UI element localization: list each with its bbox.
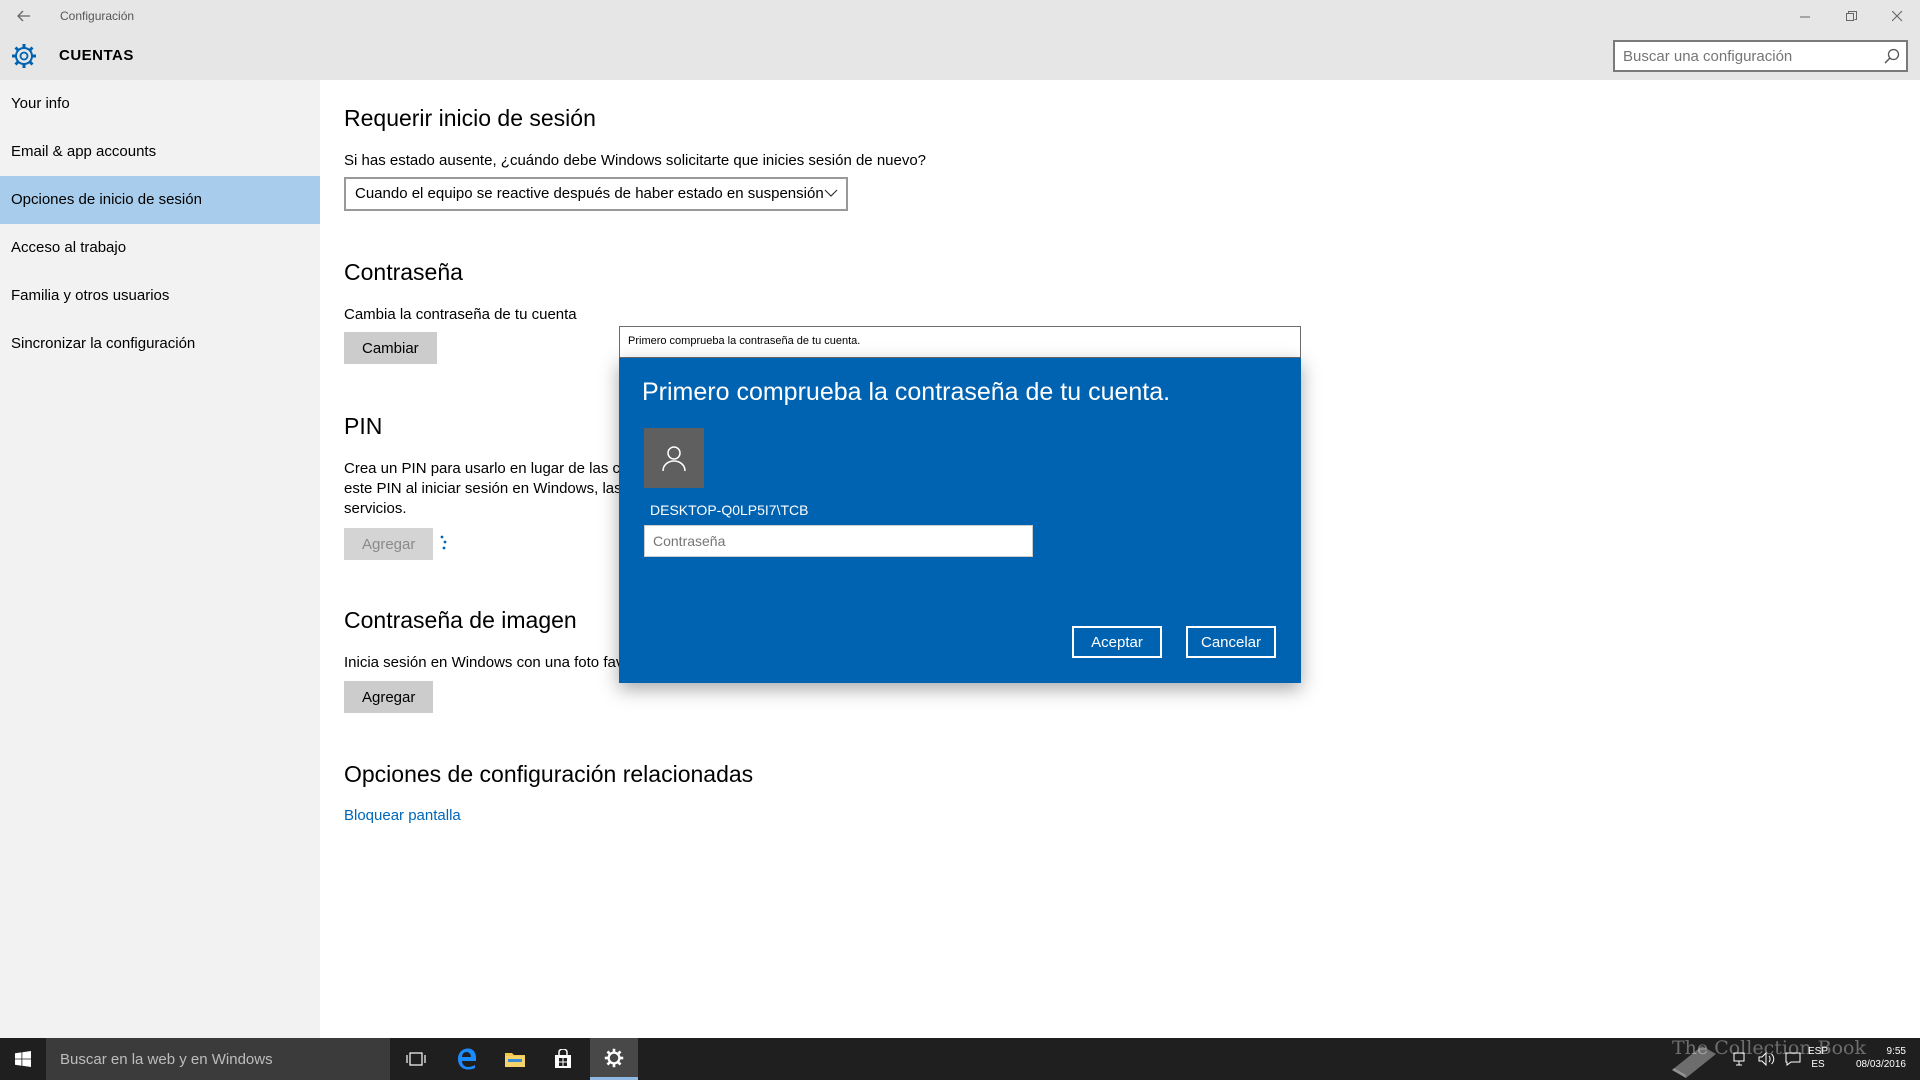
close-icon <box>1891 10 1902 21</box>
store-bag-icon <box>555 1049 571 1068</box>
dialog-window-title: Primero comprueba la contraseña de tu cu… <box>628 335 861 347</box>
restore-icon <box>1845 10 1857 21</box>
sidebar-item-work-access[interactable]: Acceso al trabajo <box>0 224 320 272</box>
settings-gear-icon <box>604 1048 624 1067</box>
title-bar: Configuración <box>0 0 1920 32</box>
pin-heading: PIN <box>344 413 383 439</box>
picture-password-heading: Contraseña de imagen <box>344 607 577 633</box>
dialog-title-bar: Primero comprueba la contraseña de tu cu… <box>619 326 1301 358</box>
sidebar-item-your-info[interactable]: Your info <box>0 80 320 128</box>
lock-screen-link[interactable]: Bloquear pantalla <box>344 807 461 824</box>
search-icon[interactable] <box>1884 48 1900 64</box>
user-icon <box>662 446 686 472</box>
sidebar-nav: Your info Email & app accounts Opciones … <box>0 80 320 1038</box>
windows-logo-icon <box>15 1051 31 1067</box>
sidebar-item-sync-settings[interactable]: Sincronizar la configuración <box>0 320 320 368</box>
start-button[interactable] <box>0 1038 46 1080</box>
keyboard-layout-code: ES <box>1811 1059 1825 1070</box>
settings-header: CUENTAS <box>0 32 1920 80</box>
settings-search-box[interactable] <box>1613 40 1908 72</box>
add-pin-button[interactable]: Agregar <box>344 528 434 560</box>
minimize-icon <box>1799 16 1810 17</box>
related-settings-heading: Opciones de configuración relacionadas <box>344 761 754 787</box>
section-title: CUENTAS <box>59 47 134 64</box>
dropdown-selected-value: Cuando el equipo se reactive después de … <box>355 185 824 202</box>
clock-date: 08/03/2016 <box>1855 1059 1906 1070</box>
avatar <box>644 428 704 488</box>
pin-description-line3: servicios. <box>344 500 407 517</box>
cancel-button[interactable]: Cancelar <box>1186 626 1276 658</box>
loading-spinner-icon <box>440 535 447 550</box>
task-view-button[interactable] <box>392 1038 440 1080</box>
password-heading: Contraseña <box>344 259 463 285</box>
back-arrow-icon <box>17 10 30 22</box>
store-button[interactable] <box>539 1038 587 1080</box>
taskbar-search-placeholder: Buscar en la web y en Windows <box>60 1051 273 1068</box>
settings-search-input[interactable] <box>1615 42 1865 70</box>
change-password-button[interactable]: Cambiar <box>344 332 437 364</box>
watermark-text: The Collection Book <box>1672 1037 1866 1059</box>
chevron-down-icon <box>824 189 838 197</box>
edge-icon <box>458 1048 476 1070</box>
require-signin-question: Si has estado ausente, ¿cuándo debe Wind… <box>344 152 927 169</box>
dialog-user-name: DESKTOP-Q0LP5I7\TCB <box>650 502 809 518</box>
minimize-button[interactable] <box>1782 0 1828 32</box>
app-title: Configuración <box>60 9 135 23</box>
restore-button[interactable] <box>1828 0 1874 32</box>
picture-password-description: Inicia sesión en Windows con una foto fa… <box>344 654 624 671</box>
pin-description-line2: este PIN al iniciar sesión en Windows, l… <box>344 480 622 497</box>
taskbar: Buscar en la web y en Windows ESP ES 9:5… <box>0 1038 1920 1080</box>
password-description: Cambia la contraseña de tu cuenta <box>344 306 577 323</box>
sidebar-item-sign-in-options[interactable]: Opciones de inicio de sesión <box>0 176 320 224</box>
dialog-heading: Primero comprueba la contraseña de tu cu… <box>642 378 1171 406</box>
ok-button[interactable]: Aceptar <box>1072 626 1162 658</box>
password-input[interactable] <box>645 526 1032 556</box>
require-signin-heading: Requerir inicio de sesión <box>344 105 596 131</box>
sidebar-item-email-accounts[interactable]: Email & app accounts <box>0 128 320 176</box>
require-signin-dropdown[interactable]: Cuando el equipo se reactive después de … <box>344 177 848 211</box>
settings-app-button[interactable] <box>590 1038 638 1080</box>
close-button[interactable] <box>1874 0 1920 32</box>
password-verify-dialog: Primero comprueba la contraseña de tu cu… <box>619 358 1301 683</box>
gear-icon <box>12 44 36 68</box>
edge-button[interactable] <box>443 1038 491 1080</box>
back-button[interactable] <box>12 4 36 28</box>
password-field[interactable] <box>644 525 1033 557</box>
folder-icon <box>505 1053 525 1067</box>
sidebar-item-family-users[interactable]: Familia y otros usuarios <box>0 272 320 320</box>
file-explorer-button[interactable] <box>491 1038 539 1080</box>
add-picture-password-button[interactable]: Agregar <box>344 681 434 713</box>
pin-description-line1: Crea un PIN para usarlo en lugar de las … <box>344 460 629 477</box>
task-view-icon <box>406 1052 426 1066</box>
taskbar-search-box[interactable]: Buscar en la web y en Windows <box>46 1038 390 1080</box>
